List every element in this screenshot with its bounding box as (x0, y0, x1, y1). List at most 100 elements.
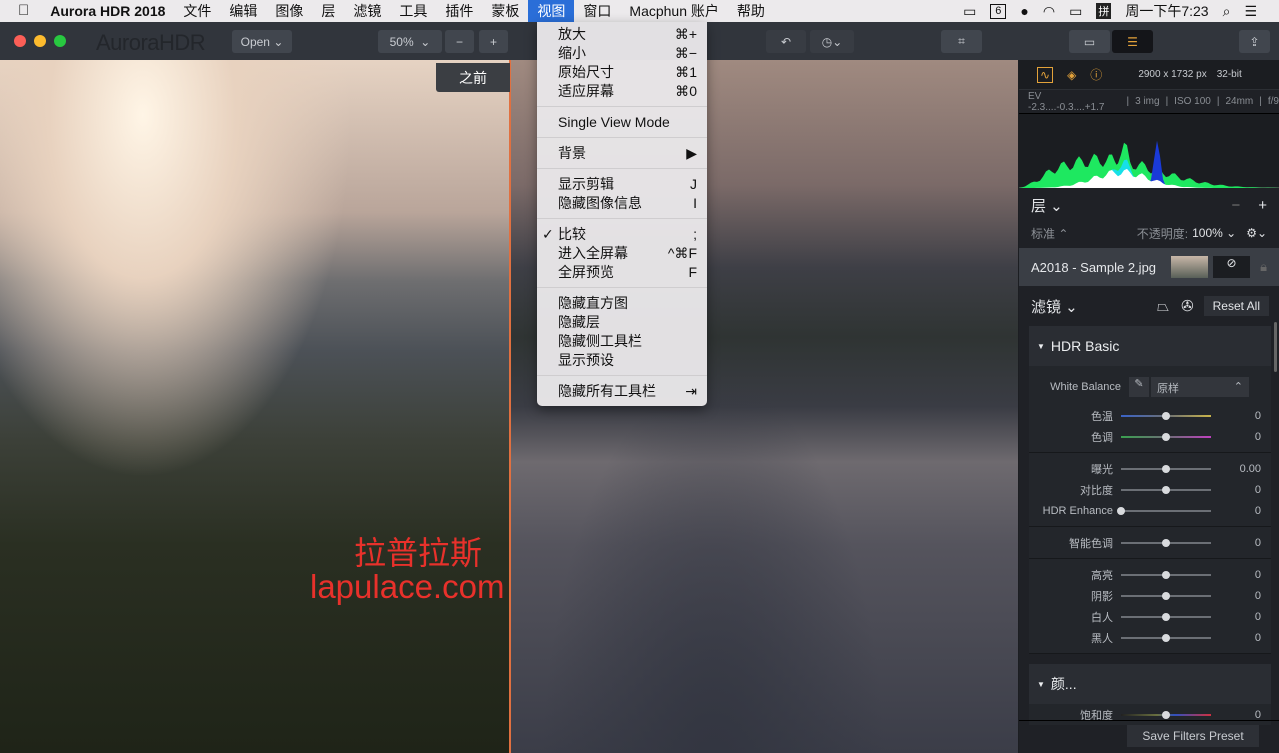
menu-item[interactable]: 显示预设 (537, 351, 707, 370)
menu-item[interactable]: 适应屏幕 ⌘0 (537, 82, 707, 101)
slider-track[interactable] (1121, 411, 1211, 420)
menu-separator (537, 218, 707, 219)
slider-knob[interactable] (1162, 432, 1170, 441)
lock-icon[interactable]: 🔒︎ (1260, 259, 1267, 275)
save-filters-preset-button[interactable]: Save Filters Preset (1127, 725, 1259, 747)
white-balance-select[interactable]: 原样 ⌃ (1151, 377, 1249, 397)
clock[interactable]: 周一下午7:23 (1125, 1, 1208, 21)
menu-item[interactable]: 隐藏侧工具栏 (537, 332, 707, 351)
filters-title[interactable]: 滤镜 ⌄ (1031, 296, 1078, 317)
minimize-window-button[interactable] (34, 35, 46, 47)
menu-item[interactable]: 缩小 ⌘− (537, 44, 707, 63)
slider-knob[interactable] (1162, 612, 1170, 621)
input-method-icon[interactable]: 拼 (1096, 3, 1112, 19)
adjustments-toggle-icon[interactable]: ☰ (1112, 30, 1153, 53)
info-icon[interactable]: ⓘ (1090, 66, 1102, 83)
menu-item[interactable]: 隐藏直方图 (537, 294, 707, 313)
wifi-icon[interactable]: ◠ (1043, 3, 1055, 20)
spotlight-search-icon[interactable]: ⌕ (1223, 3, 1231, 20)
calendar-badge[interactable]: 6 (990, 3, 1007, 19)
menu-8[interactable]: 视图 (528, 0, 575, 22)
menu-3[interactable]: 层 (312, 0, 344, 22)
histogram-icon[interactable]: ∿ (1037, 66, 1054, 83)
slider-knob[interactable] (1162, 570, 1170, 579)
layer-mask-brush-icon[interactable]: ⊘ (1213, 256, 1251, 278)
menu-item-label: 比较 (558, 226, 586, 242)
blend-mode-select[interactable]: 标准 ⌃ (1031, 225, 1068, 242)
airplay-icon[interactable]: ▭ (963, 3, 976, 20)
perspective-icon[interactable]: ⏢ (1157, 298, 1169, 315)
compare-divider-handle[interactable] (509, 60, 511, 753)
apple-menu-icon[interactable]:  (0, 0, 41, 22)
app-menu[interactable]: Aurora HDR 2018 (41, 0, 174, 22)
slider-track[interactable] (1121, 591, 1211, 600)
color-section-header[interactable]: ▼ 颜... (1029, 664, 1271, 704)
open-button[interactable]: Open ⌄ (232, 30, 292, 53)
layer-settings-gear-icon[interactable]: ⚙⌄ (1246, 226, 1267, 240)
menu-7[interactable]: 蒙板 (482, 0, 528, 22)
slider-track[interactable] (1121, 633, 1211, 642)
slider-track[interactable] (1121, 432, 1211, 441)
battery-icon[interactable]: ▭ (1069, 3, 1082, 20)
slider-track[interactable] (1121, 570, 1211, 579)
close-window-button[interactable] (14, 35, 26, 47)
slider-track[interactable] (1117, 506, 1211, 515)
panel-scrollbar[interactable] (1274, 322, 1277, 372)
slider-knob[interactable] (1117, 506, 1125, 515)
opacity-select[interactable]: 100% ⌄ (1192, 226, 1236, 240)
menu-10[interactable]: Macphun 账户 (620, 0, 727, 22)
crop-icon[interactable]: ⌗ (941, 30, 982, 53)
menu-item[interactable]: 显示剪辑 J (537, 175, 707, 194)
undo-icon[interactable]: ↶ (766, 30, 806, 53)
slider-knob[interactable] (1162, 464, 1170, 473)
slider-knob[interactable] (1162, 538, 1170, 547)
reset-all-button[interactable]: Reset All (1203, 296, 1269, 316)
notification-center-icon[interactable]: ☰ (1244, 3, 1257, 20)
eyedropper-icon[interactable]: ✎ (1129, 377, 1149, 397)
remove-layer-button[interactable]: − (1231, 197, 1240, 214)
menu-1[interactable]: 编辑 (220, 0, 266, 22)
menu-4[interactable]: 滤镜 (344, 0, 390, 22)
layers-title[interactable]: 层 ⌄ (1031, 195, 1063, 216)
qq-icon[interactable]: ● (1020, 3, 1028, 19)
zoom-out-button[interactable]: − (445, 30, 474, 53)
menu-item[interactable]: 放大 ⌘+ (537, 25, 707, 44)
layers-icon[interactable]: ◈ (1067, 68, 1076, 82)
menu-item[interactable]: 隐藏层 (537, 313, 707, 332)
menu-item[interactable]: 原始尺寸 ⌘1 (537, 63, 707, 82)
menu-9[interactable]: 窗口 (574, 0, 620, 22)
slider-track[interactable] (1121, 538, 1211, 547)
presets-toggle-icon[interactable]: ▭ (1069, 30, 1110, 53)
slider-track[interactable] (1121, 710, 1211, 719)
slider-knob[interactable] (1162, 591, 1170, 600)
slider-knob[interactable] (1162, 411, 1170, 420)
slider-knob[interactable] (1162, 633, 1170, 642)
menu-item[interactable]: 隐藏图像信息 I (537, 194, 707, 213)
menu-11[interactable]: 帮助 (728, 0, 774, 22)
hdr-basic-section-header[interactable]: ▼ HDR Basic (1029, 326, 1271, 366)
menu-0[interactable]: 文件 (174, 0, 220, 22)
menu-6[interactable]: 插件 (436, 0, 482, 22)
aperture-icon[interactable]: ✇ (1181, 297, 1194, 315)
menu-item[interactable]: 进入全屏幕 ^⌘F (537, 244, 707, 263)
menu-item[interactable]: 隐藏所有工具栏 ⇥ (537, 382, 707, 401)
slider-knob[interactable] (1162, 485, 1170, 494)
share-icon[interactable]: ⇪ (1239, 30, 1270, 53)
slider-track[interactable] (1121, 485, 1211, 494)
menu-2[interactable]: 图像 (266, 0, 312, 22)
menu-item[interactable]: 全屏预览 F (537, 263, 707, 282)
add-layer-button[interactable]: + (1258, 197, 1267, 214)
zoom-window-button[interactable] (54, 35, 66, 47)
zoom-in-button[interactable]: + (479, 30, 508, 53)
history-icon[interactable]: ◷⌄ (810, 30, 854, 53)
slider-track[interactable] (1121, 612, 1211, 621)
menu-5[interactable]: 工具 (390, 0, 436, 22)
image-canvas[interactable]: 之前 拉普拉斯 lapulace.com (0, 60, 1018, 753)
menu-item[interactable]: 背景 ▶ (537, 144, 707, 163)
slider-track[interactable] (1121, 464, 1211, 473)
menu-item[interactable]: 比较 ✓; (537, 225, 707, 244)
slider-knob[interactable] (1162, 710, 1170, 719)
zoom-select[interactable]: 50% ⌄ (378, 30, 442, 53)
menu-item[interactable]: Single View Mode (537, 113, 707, 132)
layer-item[interactable]: A2018 - Sample 2.jpg ⊘ 🔒︎ (1019, 248, 1279, 286)
